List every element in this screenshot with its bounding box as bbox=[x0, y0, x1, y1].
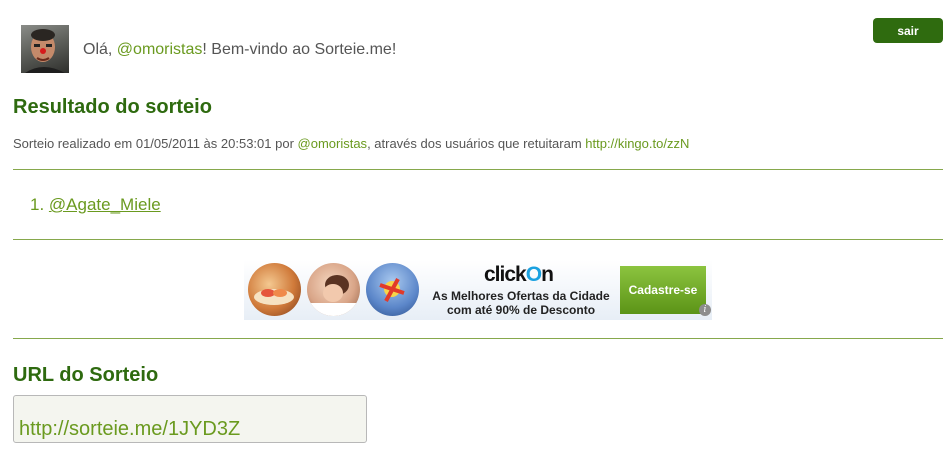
greeting-prefix: Olá, bbox=[83, 41, 117, 58]
tweet-link[interactable]: http://kingo.to/zzN bbox=[585, 136, 689, 151]
url-title: URL do Sorteio bbox=[13, 364, 159, 386]
user-avatar bbox=[21, 25, 69, 73]
ad-brand-o: O bbox=[525, 263, 542, 286]
food-image bbox=[248, 263, 301, 316]
ad-signup-button[interactable]: Cadastre-se bbox=[620, 266, 706, 314]
draw-url-field[interactable] bbox=[13, 395, 367, 443]
winner-item: 1. @Agate_Miele bbox=[30, 195, 161, 215]
divider bbox=[13, 169, 943, 170]
greeting-suffix: ! Bem-vindo ao Sorteie.me! bbox=[202, 41, 397, 58]
winner-number: 1. bbox=[30, 195, 45, 214]
divider bbox=[13, 338, 943, 339]
welcome-message: Olá, @omoristas! Bem-vindo ao Sorteie.me… bbox=[83, 41, 396, 59]
winner-link[interactable]: @Agate_Miele bbox=[49, 195, 161, 214]
result-title: Resultado do sorteio bbox=[13, 96, 212, 118]
username-link[interactable]: @omoristas bbox=[117, 41, 203, 58]
ad-banner[interactable]: clickOn As Melhores Ofertas da Cidade co… bbox=[244, 260, 712, 320]
logout-button[interactable]: sair bbox=[873, 18, 943, 43]
spa-image bbox=[307, 263, 360, 316]
ad-brand: clickOn bbox=[484, 263, 554, 287]
ad-tagline: As Melhores Ofertas da Cidade bbox=[432, 289, 610, 303]
ad-info-icon[interactable]: i bbox=[699, 304, 711, 316]
draw-info-middle: , através dos usuários que retuitaram bbox=[367, 136, 586, 151]
divider bbox=[13, 239, 943, 240]
draw-author-link[interactable]: @omoristas bbox=[298, 136, 368, 151]
ad-brand-part: n bbox=[541, 263, 554, 286]
winners-list: 1. @Agate_Miele bbox=[30, 195, 161, 215]
draw-info: Sorteio realizado em 01/05/2011 às 20:53… bbox=[13, 136, 689, 151]
skydiving-image bbox=[366, 263, 419, 316]
ad-tagline: com até 90% de Desconto bbox=[446, 303, 596, 317]
draw-info-prefix: Sorteio realizado em 01/05/2011 às 20:53… bbox=[13, 136, 298, 151]
ad-brand-part: click bbox=[484, 263, 527, 286]
